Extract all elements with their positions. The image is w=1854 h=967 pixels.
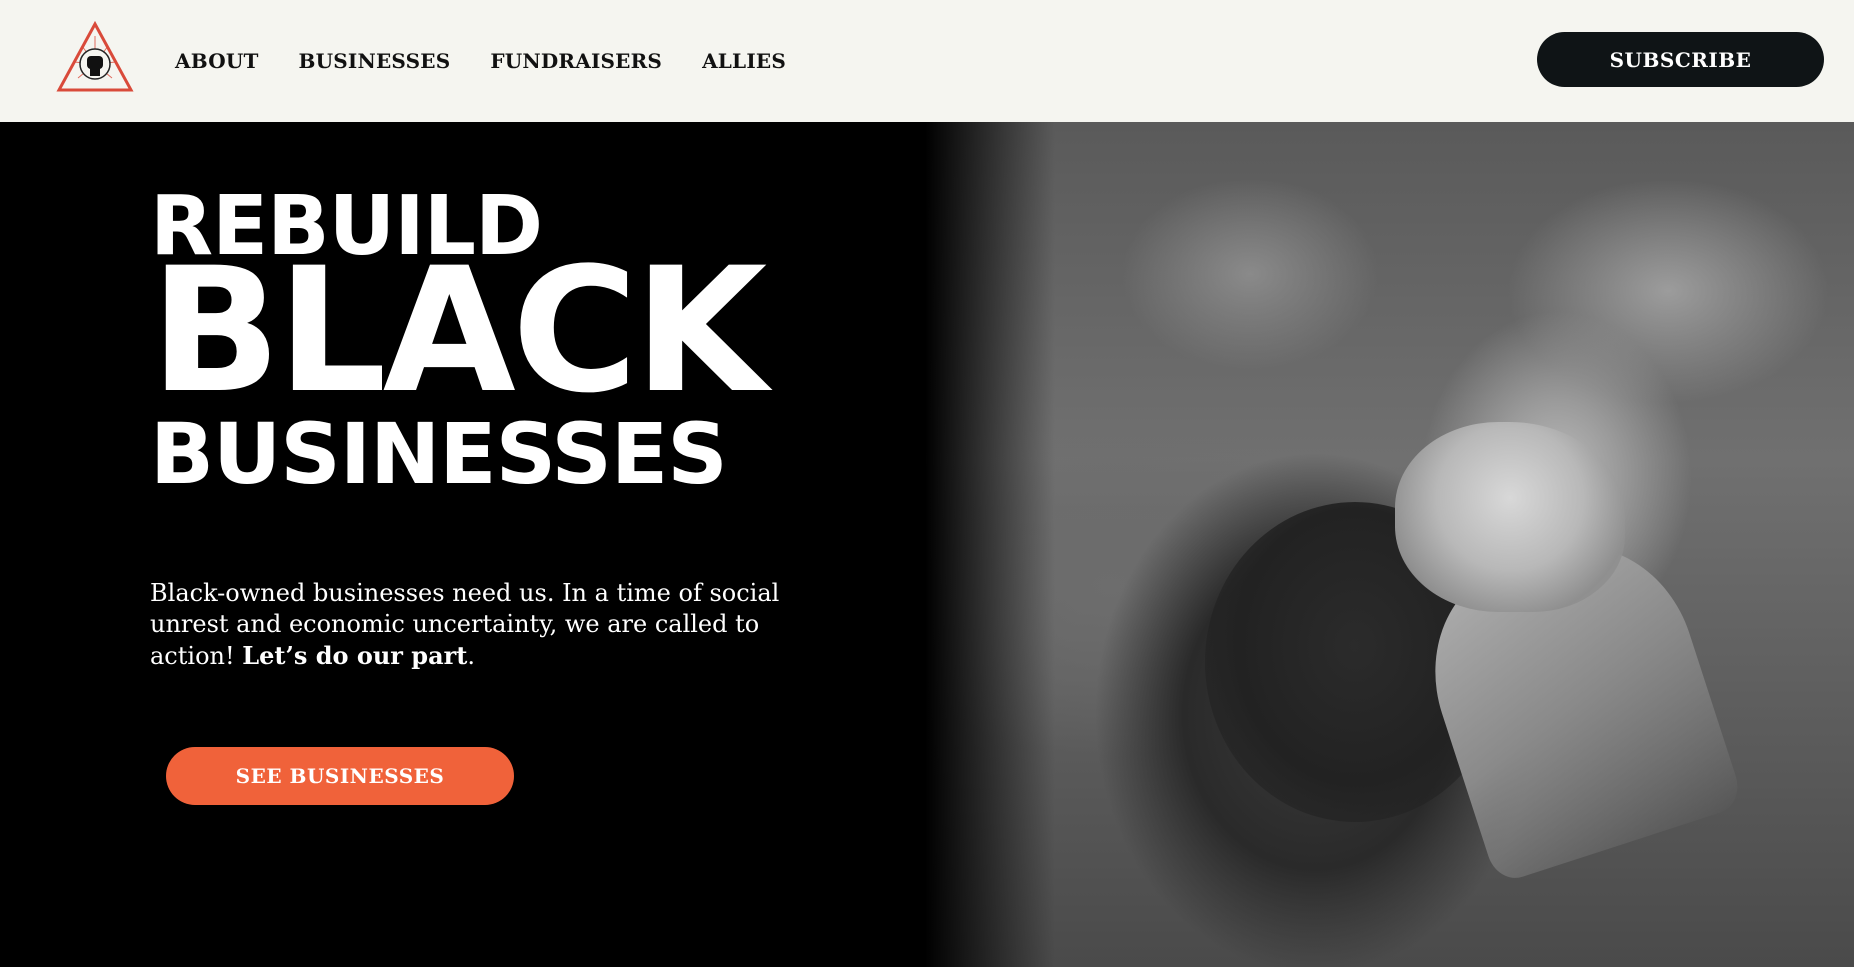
main-nav: ABOUT BUSINESSES FUNDRAISERS ALLIES: [175, 0, 786, 122]
hero-description: Black-owned businesses need us. In a tim…: [150, 578, 790, 672]
see-businesses-button[interactable]: SEE BUSINESSES: [166, 747, 514, 805]
photo-fist-shape: [1395, 422, 1625, 612]
description-end: .: [467, 642, 476, 670]
subscribe-button[interactable]: SUBSCRIBE: [1537, 32, 1824, 87]
nav-about[interactable]: ABOUT: [175, 49, 259, 73]
description-emphasis: Let’s do our part: [242, 641, 468, 670]
nav-allies[interactable]: ALLIES: [702, 49, 786, 73]
hero-title-line-3: BUSINESSES: [150, 405, 728, 503]
nav-businesses[interactable]: BUSINESSES: [299, 49, 451, 73]
nav-fundraisers[interactable]: FUNDRAISERS: [490, 49, 662, 73]
hero-section: REBUILD BLACK BUSINESSES Black-owned bus…: [0, 122, 1854, 967]
hero-photo: [925, 122, 1854, 967]
photo-fade-overlay: [925, 122, 1055, 967]
logo[interactable]: [56, 20, 134, 94]
site-header: ABOUT BUSINESSES FUNDRAISERS ALLIES SUBS…: [0, 0, 1854, 122]
hero-title-line-2: BLACK: [150, 230, 767, 431]
raised-fist-triangle-icon: [56, 20, 134, 92]
